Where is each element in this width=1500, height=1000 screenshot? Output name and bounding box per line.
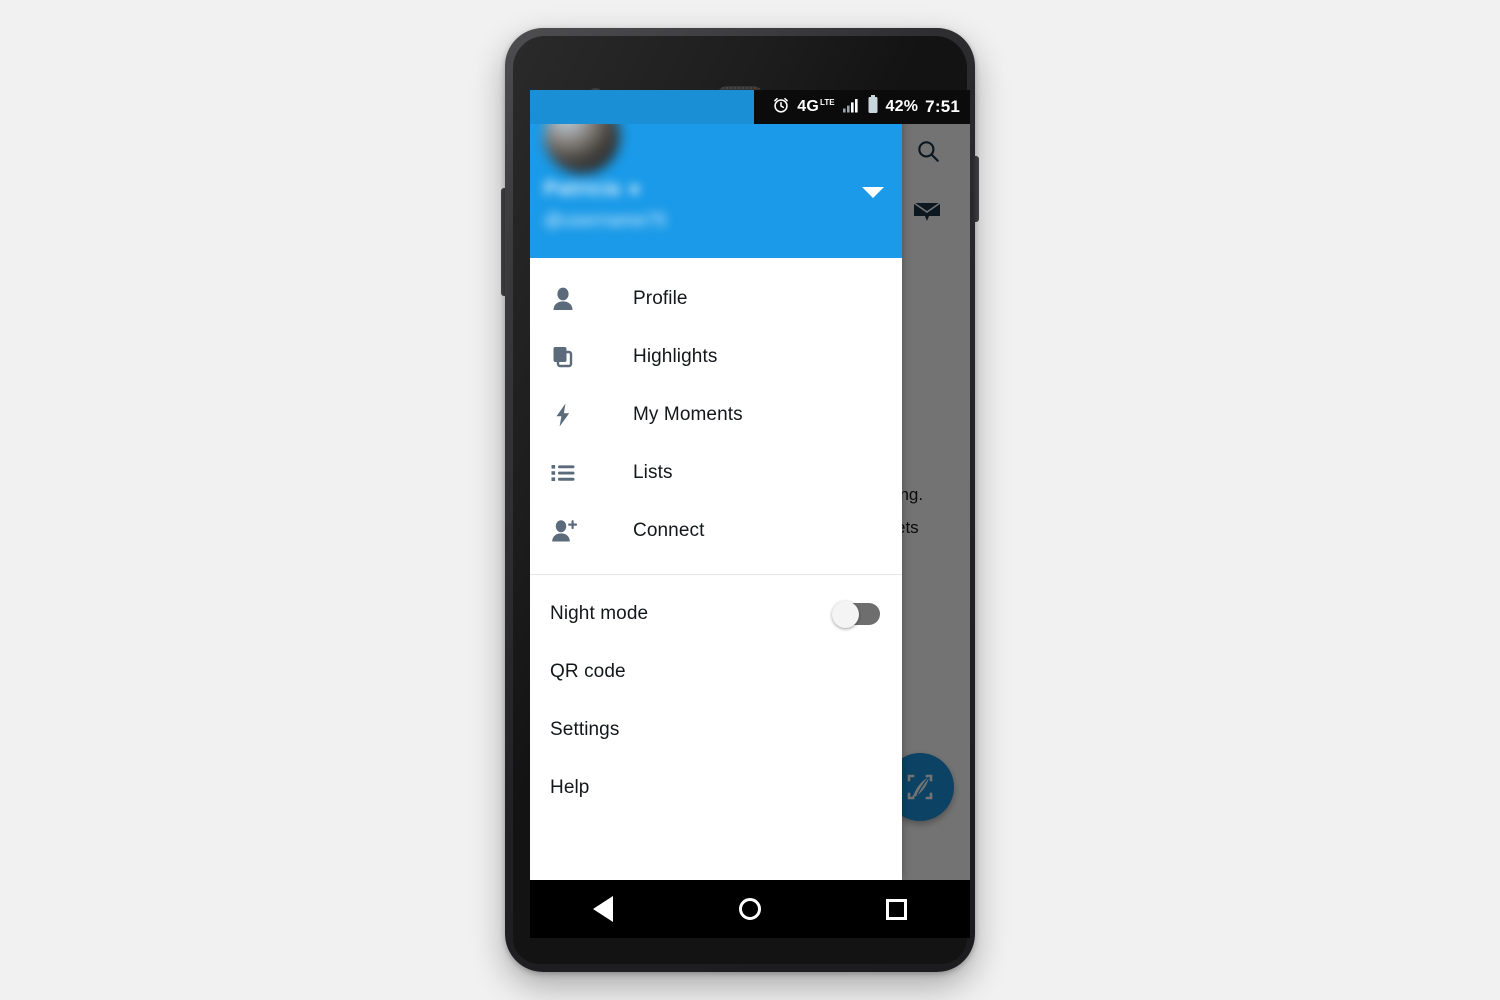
- menu-item-settings[interactable]: Settings: [530, 701, 902, 759]
- network-sub-label: LTE: [820, 98, 835, 107]
- battery-percent-label: 42%: [885, 98, 919, 115]
- battery-icon: [867, 95, 879, 119]
- status-bar-left-tint: [530, 90, 754, 124]
- chevron-down-icon[interactable]: [862, 187, 884, 198]
- account-identity: Patricia ● @username75: [544, 178, 774, 231]
- menu-item-label: My Moments: [633, 404, 743, 425]
- status-bar: 4G LTE 42% 7:51: [530, 90, 970, 124]
- network-label: 4G: [797, 98, 820, 115]
- stacked-cards-icon: [550, 344, 590, 370]
- list-icon: [550, 460, 590, 486]
- android-navigation-bar: [530, 880, 970, 938]
- phone-chin: [513, 938, 967, 964]
- scene: ong. ets: [0, 0, 1500, 1000]
- volume-rocker-button[interactable]: [501, 188, 507, 296]
- menu-item-label: Connect: [633, 520, 705, 541]
- person-add-icon: [550, 518, 590, 544]
- menu-item-profile[interactable]: Profile: [530, 270, 902, 328]
- drawer-secondary-menu: Night mode QR code Settings Help: [530, 575, 902, 817]
- menu-item-label: Profile: [633, 288, 688, 309]
- nav-recents-button[interactable]: [869, 887, 925, 931]
- nav-home-button[interactable]: [722, 887, 778, 931]
- menu-item-qr-code[interactable]: QR code: [530, 643, 902, 701]
- account-name: Patricia ●: [544, 178, 774, 201]
- menu-item-my-moments[interactable]: My Moments: [530, 386, 902, 444]
- menu-item-label: Lists: [633, 462, 673, 483]
- menu-item-lists[interactable]: Lists: [530, 444, 902, 502]
- menu-item-label: QR code: [550, 661, 626, 682]
- phone-screen: ong. ets: [530, 90, 970, 880]
- back-triangle-icon: [593, 896, 614, 922]
- verified-badge-icon: ●: [628, 178, 641, 200]
- signal-bars-icon: [842, 97, 860, 118]
- phone-device: ong. ets: [501, 28, 979, 972]
- menu-item-label: Night mode: [550, 603, 649, 624]
- home-circle-icon: [738, 898, 761, 920]
- power-button[interactable]: [973, 156, 979, 222]
- recents-square-icon: [886, 898, 908, 920]
- menu-item-help[interactable]: Help: [530, 759, 902, 817]
- person-icon: [550, 286, 590, 312]
- status-bar-icons: 4G LTE 42% 7:51: [772, 95, 960, 119]
- toggle-knob: [832, 600, 859, 628]
- menu-item-connect[interactable]: Connect: [530, 502, 902, 560]
- account-name-text: Patricia: [544, 178, 621, 200]
- nav-back-button[interactable]: [575, 887, 631, 931]
- network-type-indicator: 4G LTE: [797, 98, 834, 116]
- alarm-clock-icon: [772, 96, 790, 119]
- menu-item-label: Settings: [550, 719, 620, 740]
- menu-item-label: Help: [550, 777, 590, 798]
- navigation-drawer: Patricia ● @username75 Profile Highlight…: [530, 90, 902, 880]
- night-mode-toggle[interactable]: [832, 600, 880, 628]
- account-handle: @username75: [544, 210, 667, 230]
- lightning-bolt-icon: [550, 402, 590, 428]
- clock-label: 7:51: [925, 97, 960, 116]
- menu-item-label: Highlights: [633, 346, 718, 367]
- menu-item-night-mode[interactable]: Night mode: [530, 585, 902, 643]
- menu-item-highlights[interactable]: Highlights: [530, 328, 902, 386]
- drawer-primary-menu: Profile Highlights My Moments Lists Conn…: [530, 258, 902, 575]
